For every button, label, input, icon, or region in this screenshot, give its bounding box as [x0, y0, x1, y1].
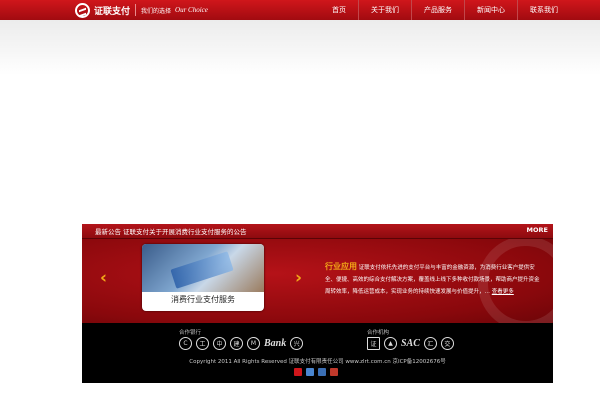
partner-orgs-label: 合作机构 — [367, 330, 390, 336]
nav-products[interactable]: 产品服务 — [411, 0, 464, 20]
nav-news[interactable]: 新闻中心 — [464, 0, 517, 20]
china-unionpay-icon[interactable]: C — [179, 337, 192, 350]
partner-bank-logos: C 工 中 建 M Bank 兴 — [179, 337, 304, 350]
nav-home[interactable]: 首页 — [320, 0, 358, 20]
nav-about[interactable]: 关于我们 — [358, 0, 411, 20]
cib-icon[interactable]: 兴 — [290, 337, 304, 350]
main-nav: 首页 关于我们 产品服务 新闻中心 联系我们 — [320, 0, 570, 20]
feature-card[interactable]: 消费行业支付服务 — [142, 244, 264, 311]
partner-banks-label: 合作银行 — [179, 330, 202, 336]
top-navigation-bar: 证联支付 我们的选择 Our Choice 首页 关于我们 产品服务 新闻中心 … — [0, 0, 600, 20]
feature-description: 行业应用 证联支付依托先进的支付平台与丰富的金融资源，为消费行业客户提供安全、便… — [325, 262, 540, 295]
sac-icon[interactable]: SAC — [401, 337, 420, 350]
ccb-icon[interactable]: 建 — [230, 337, 243, 350]
nav-contact[interactable]: 联系我们 — [517, 0, 570, 20]
alert-badge-icon[interactable] — [330, 368, 338, 376]
logo-name: 证联支付 — [94, 6, 131, 17]
news-label: 最新公告 — [95, 228, 121, 236]
csdc-icon[interactable]: 证 — [367, 337, 380, 350]
bank-icon[interactable]: Bank — [264, 337, 286, 350]
copyright-text: Copyright 2011 All Rights Reserved 证联支付有… — [189, 359, 446, 365]
cmb-icon[interactable]: M — [247, 337, 260, 350]
boc-icon[interactable]: 中 — [213, 337, 226, 350]
logo-english-slogan: Our Choice — [175, 6, 208, 14]
trust-badge-icon[interactable] — [318, 368, 326, 376]
feature-panel: 最新公告 证联支付关于开展消费行业支付服务的公告 MORE ‹ 消费行业支付服务… — [82, 224, 553, 323]
security-badge-icon[interactable] — [294, 368, 302, 376]
feature-more-link[interactable]: 查看更多 — [492, 289, 514, 295]
site-footer: 合作银行 C 工 中 建 M Bank 兴 合作机构 证 ▲ SAC 汇 交 C… — [82, 323, 553, 383]
header-gradient-band — [0, 20, 600, 75]
carousel-prev-arrow-icon[interactable]: ‹ — [100, 270, 107, 287]
logo-slogan: 我们的选择 — [141, 7, 172, 15]
news-headline-link[interactable]: 证联支付关于开展消费行业支付服务的公告 — [123, 226, 247, 236]
org-icon[interactable]: ▲ — [384, 337, 397, 350]
news-more-link[interactable]: MORE — [527, 226, 548, 234]
feature-title: 行业应用 — [325, 262, 357, 271]
credit-card-image — [170, 251, 234, 289]
card-photo — [142, 244, 264, 292]
verify-badge-icon[interactable] — [306, 368, 314, 376]
card-caption: 消费行业支付服务 — [171, 295, 235, 304]
site-logo[interactable]: 证联支付 我们的选择 Our Choice — [75, 2, 208, 18]
zhengzhou-icon[interactable]: 汇 — [423, 337, 437, 350]
partner-org-logos: 证 ▲ SAC 汇 交 — [367, 337, 454, 350]
news-ticker-bar: 最新公告 证联支付关于开展消费行业支付服务的公告 MORE — [82, 224, 553, 239]
carousel-next-arrow-icon[interactable]: › — [295, 270, 302, 287]
sse-icon[interactable]: 交 — [440, 337, 454, 350]
icbc-icon[interactable]: 工 — [196, 337, 209, 350]
logo-divider — [135, 4, 137, 16]
trust-badges — [294, 368, 338, 376]
zhenglian-logo-icon — [75, 2, 90, 18]
